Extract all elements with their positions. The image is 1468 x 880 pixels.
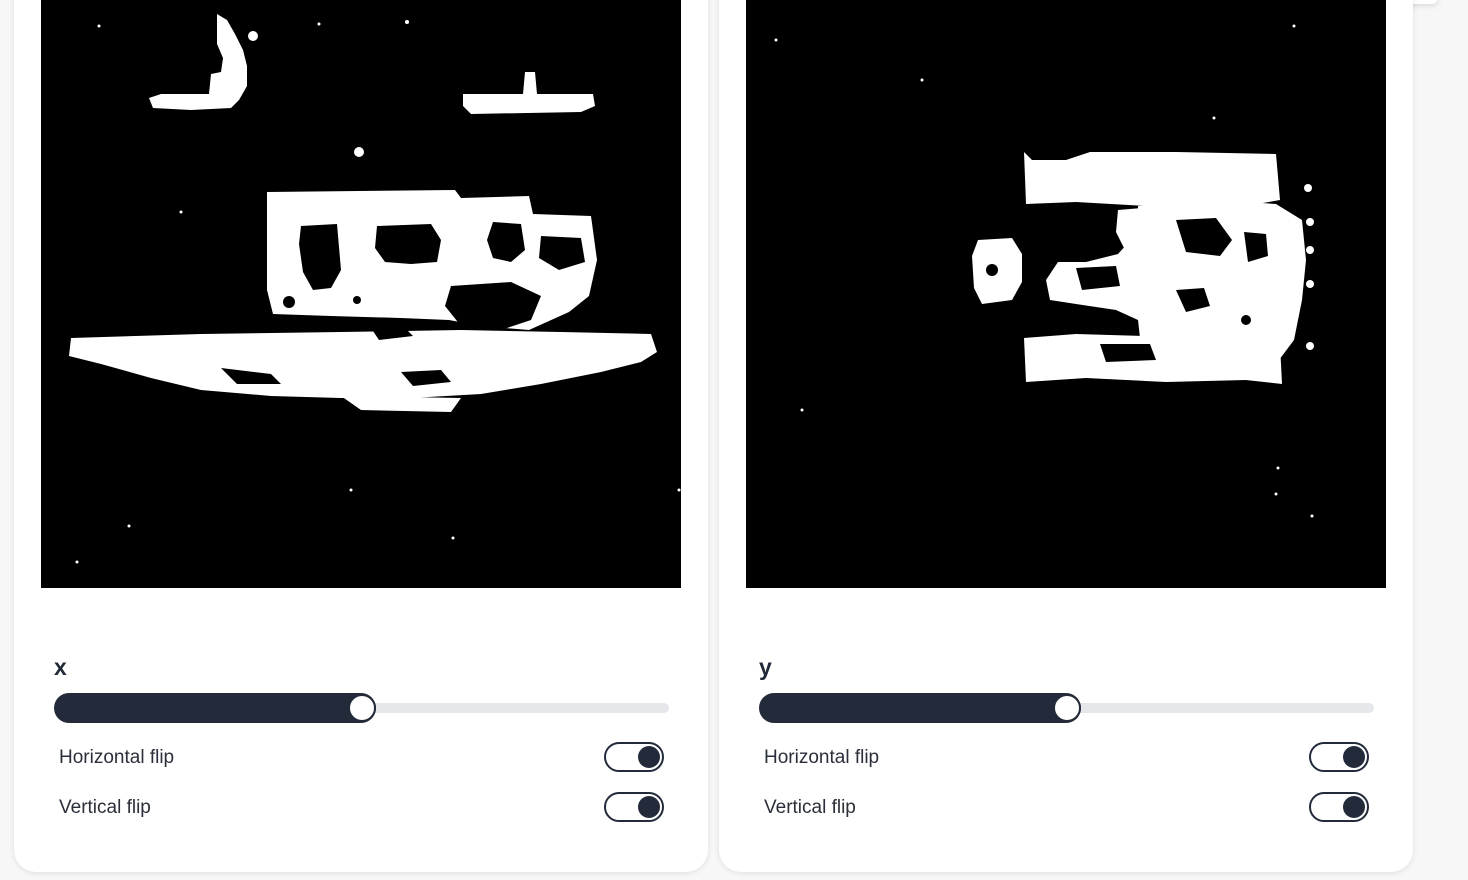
horizontal-flip-row: Horizontal flip [764, 742, 1369, 774]
toggle-knob [638, 746, 660, 768]
vertical-flip-row: Vertical flip [59, 792, 664, 824]
slider-fill [759, 693, 1081, 723]
toggle-knob [1343, 796, 1365, 818]
vertical-flip-label: Vertical flip [764, 797, 856, 818]
slider-fill [54, 693, 376, 723]
binary-projection-side-view [41, 0, 681, 588]
horizontal-flip-label: Horizontal flip [59, 747, 175, 768]
projection-panel-x: x Horizontal flip Vertical flip [14, 0, 708, 872]
projection-image-y [746, 0, 1386, 588]
horizontal-flip-label: Horizontal flip [764, 747, 880, 768]
slider-thumb[interactable] [1052, 694, 1081, 722]
projection-slider-x[interactable] [54, 692, 669, 724]
slider-thumb[interactable] [347, 694, 376, 722]
axis-label: y [759, 654, 772, 680]
horizontal-flip-toggle[interactable] [1309, 742, 1369, 772]
vertical-flip-toggle[interactable] [1309, 792, 1369, 822]
binary-projection-top-view [746, 0, 1386, 588]
axis-label: x [54, 654, 67, 680]
vertical-flip-label: Vertical flip [59, 797, 151, 818]
toggle-knob [1343, 746, 1365, 768]
projection-image-x [41, 0, 681, 588]
horizontal-flip-toggle[interactable] [604, 742, 664, 772]
projection-panel-y: y Horizontal flip Vertical flip [719, 0, 1413, 872]
projection-slider-y[interactable] [759, 692, 1374, 724]
vertical-flip-toggle[interactable] [604, 792, 664, 822]
vertical-flip-row: Vertical flip [764, 792, 1369, 824]
horizontal-flip-row: Horizontal flip [59, 742, 664, 774]
toggle-knob [638, 796, 660, 818]
